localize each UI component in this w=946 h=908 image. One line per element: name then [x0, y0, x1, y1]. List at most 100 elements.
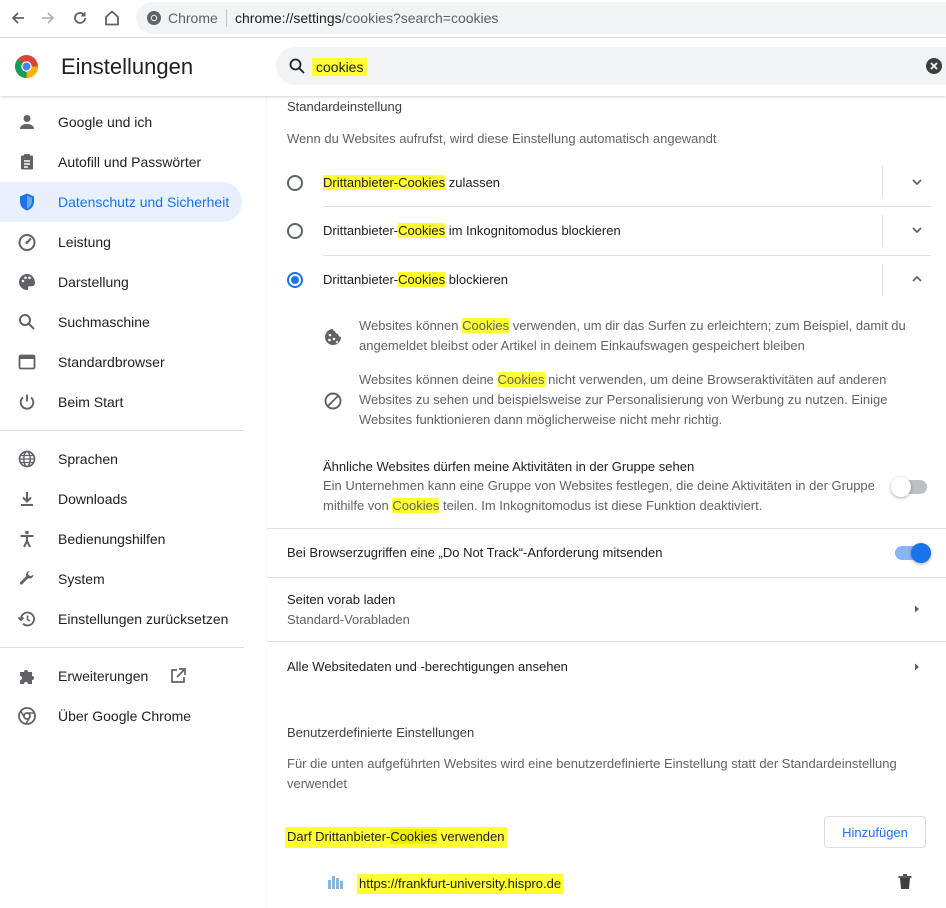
- radio-button[interactable]: [287, 175, 303, 191]
- sidebar-item-bedienungshilfen[interactable]: Bedienungshilfen: [0, 519, 242, 559]
- custom-description: Für die unten aufgeführten Websites wird…: [287, 754, 897, 794]
- sidebar-item-darstellung[interactable]: Darstellung: [0, 262, 242, 302]
- do-not-track-row[interactable]: Bei Browserzugriffen eine „Do Not Track“…: [267, 529, 946, 577]
- reload-icon: [74, 12, 86, 24]
- search-icon: [19, 314, 35, 330]
- divider: [226, 9, 227, 27]
- sidebar-item-label: Standardbrowser: [58, 354, 165, 370]
- download-icon: [21, 492, 33, 506]
- home-button[interactable]: [100, 6, 124, 30]
- sidebar-item-label: Datenschutz und Sicherheit: [58, 194, 230, 210]
- sidebar-item-label: Sprachen: [58, 451, 118, 467]
- sidebar-item-downloads[interactable]: Downloads: [0, 479, 242, 519]
- sidebar-item-label: Erweiterungen: [58, 668, 149, 684]
- radio-button-selected[interactable]: [287, 272, 303, 288]
- radio-option-block-incognito[interactable]: Drittanbieter-Cookies im Inkognitomodus …: [267, 207, 946, 255]
- add-site-button[interactable]: Hinzufügen: [824, 816, 926, 848]
- back-button[interactable]: [6, 6, 30, 30]
- text-line: angemeldet bleibst oder Artikel in deine…: [359, 338, 805, 353]
- sidebar-item-system[interactable]: System: [0, 559, 242, 599]
- chevron-down-icon[interactable]: [909, 222, 925, 238]
- sidebar-item-label: Autofill und Passwörter: [58, 154, 202, 170]
- sidebar-item-label: Darstellung: [58, 274, 129, 290]
- chevron-up-icon[interactable]: [909, 271, 925, 287]
- reload-button[interactable]: [68, 6, 92, 30]
- radio-option-label: Drittanbieter-Cookies blockieren: [323, 272, 508, 287]
- sidebar-item-suchmaschine[interactable]: Suchmaschine: [0, 302, 242, 342]
- section-title-custom: Benutzerdefinierte Einstellungen: [287, 725, 475, 740]
- site-chip: Chrome: [168, 10, 218, 26]
- text-line: Websites können deine Cookies nicht verw…: [359, 370, 888, 390]
- sidebar-divider: [0, 430, 244, 431]
- sidebar-item-google-und-ich[interactable]: Google und ich: [0, 102, 242, 142]
- option-label-rest: blockieren: [445, 272, 508, 287]
- cookies-settings-panel: Standardeinstellung Wenn du Websites auf…: [267, 96, 946, 908]
- chevron-right-icon: [915, 663, 919, 671]
- block-icon: [324, 392, 342, 410]
- group-activity-toggle[interactable]: [891, 477, 927, 497]
- search-query: cookies: [312, 58, 368, 76]
- text-part: verwenden: [437, 829, 505, 844]
- text-line: mithilfe von Cookies teilen. Im Inkognit…: [323, 496, 875, 516]
- chrome-icon: [147, 11, 161, 25]
- sidebar-item-leistung[interactable]: Leistung: [0, 222, 242, 262]
- external-link-icon: [171, 668, 186, 683]
- sidebar-item-datenschutz[interactable]: Datenschutz und Sicherheit: [0, 182, 242, 222]
- settings-search-input[interactable]: cookies: [276, 47, 946, 85]
- toggle-knob: [911, 543, 931, 563]
- arrow-right-icon: [42, 12, 55, 24]
- search-highlight: Cookies: [398, 223, 446, 238]
- radio-option-block-third-party[interactable]: Drittanbieter-Cookies blockieren: [267, 256, 946, 304]
- chevron-right-icon: [915, 605, 919, 613]
- sidebar-divider: [0, 647, 244, 648]
- text-part: Websites können: [359, 318, 463, 333]
- sidebar-item-standardbrowser[interactable]: Standardbrowser: [0, 342, 242, 382]
- radio-option-allow-third-party[interactable]: Drittanbieter-Cookies zulassen: [267, 158, 946, 206]
- speedometer-icon: [18, 234, 36, 251]
- browser-toolbar: Chrome chrome://settings/cookies?search=…: [0, 0, 946, 38]
- delete-icon[interactable]: [896, 873, 914, 891]
- search-highlight: Cookies: [392, 498, 440, 513]
- sidebar-item-label: Downloads: [58, 491, 128, 507]
- sidebar-item-beim-start[interactable]: Beim Start: [0, 382, 242, 422]
- preload-title: Seiten vorab laden: [287, 592, 396, 607]
- radio-button[interactable]: [287, 223, 303, 239]
- text-line: Websites zu sehen und beispielsweise zur…: [359, 392, 888, 407]
- sidebar-item-erweiterungen[interactable]: Erweiterungen: [0, 656, 242, 696]
- person-icon: [20, 115, 34, 129]
- chevron-down-icon[interactable]: [909, 174, 925, 190]
- divider: [882, 264, 883, 296]
- clear-search-icon[interactable]: [925, 57, 943, 75]
- block-info-text-2: Websites können deine Cookies nicht verw…: [359, 370, 888, 430]
- do-not-track-label: Bei Browserzugriffen eine „Do Not Track“…: [287, 545, 663, 560]
- sidebar-item-sprachen[interactable]: Sprachen: [0, 439, 242, 479]
- all-site-data-row[interactable]: Alle Websitedaten und -berechtigungen an…: [267, 642, 946, 690]
- divider: [882, 166, 883, 198]
- chrome-icon: [18, 707, 36, 725]
- sidebar-item-zuruecksetzen[interactable]: Einstellungen zurücksetzen: [0, 599, 242, 639]
- search-highlight: Cookies: [497, 372, 545, 387]
- text-line: Websites können Cookies verwenden, um di…: [359, 316, 906, 336]
- site-favicon-icon: [328, 876, 343, 889]
- preload-pages-row[interactable]: Seiten vorab laden Standard-Vorabladen: [267, 578, 946, 641]
- text-line: verwendet: [287, 776, 347, 791]
- toggle-knob: [891, 477, 911, 497]
- sidebar-item-label: Einstellungen zurücksetzen: [58, 611, 229, 627]
- shield-icon: [20, 193, 34, 211]
- search-highlight: Drittanbieter-Cookies: [323, 175, 446, 190]
- clipboard-icon: [21, 154, 33, 170]
- search-highlight: Cookies: [398, 272, 446, 287]
- group-setting-description: Ein Unternehmen kann eine Gruppe von Web…: [323, 476, 875, 516]
- option-label-rest: zulassen: [445, 175, 501, 190]
- do-not-track-toggle[interactable]: [895, 543, 931, 563]
- search-highlight: Cookies: [462, 318, 510, 333]
- sidebar-item-label: System: [58, 571, 105, 587]
- sidebar-item-autofill[interactable]: Autofill und Passwörter: [0, 142, 242, 182]
- text-part: mithilfe von: [323, 498, 393, 513]
- sidebar-item-ueber-chrome[interactable]: Über Google Chrome: [0, 696, 242, 736]
- site-exception-row[interactable]: https://frankfurt-university.hispro.de: [267, 864, 946, 904]
- text-part: teilen. Im Inkognitomodus ist diese Funk…: [439, 498, 763, 513]
- forward-button[interactable]: [36, 6, 60, 30]
- radio-option-label: Drittanbieter-Cookies zulassen: [323, 175, 500, 190]
- address-bar[interactable]: Chrome chrome://settings/cookies?search=…: [136, 2, 946, 34]
